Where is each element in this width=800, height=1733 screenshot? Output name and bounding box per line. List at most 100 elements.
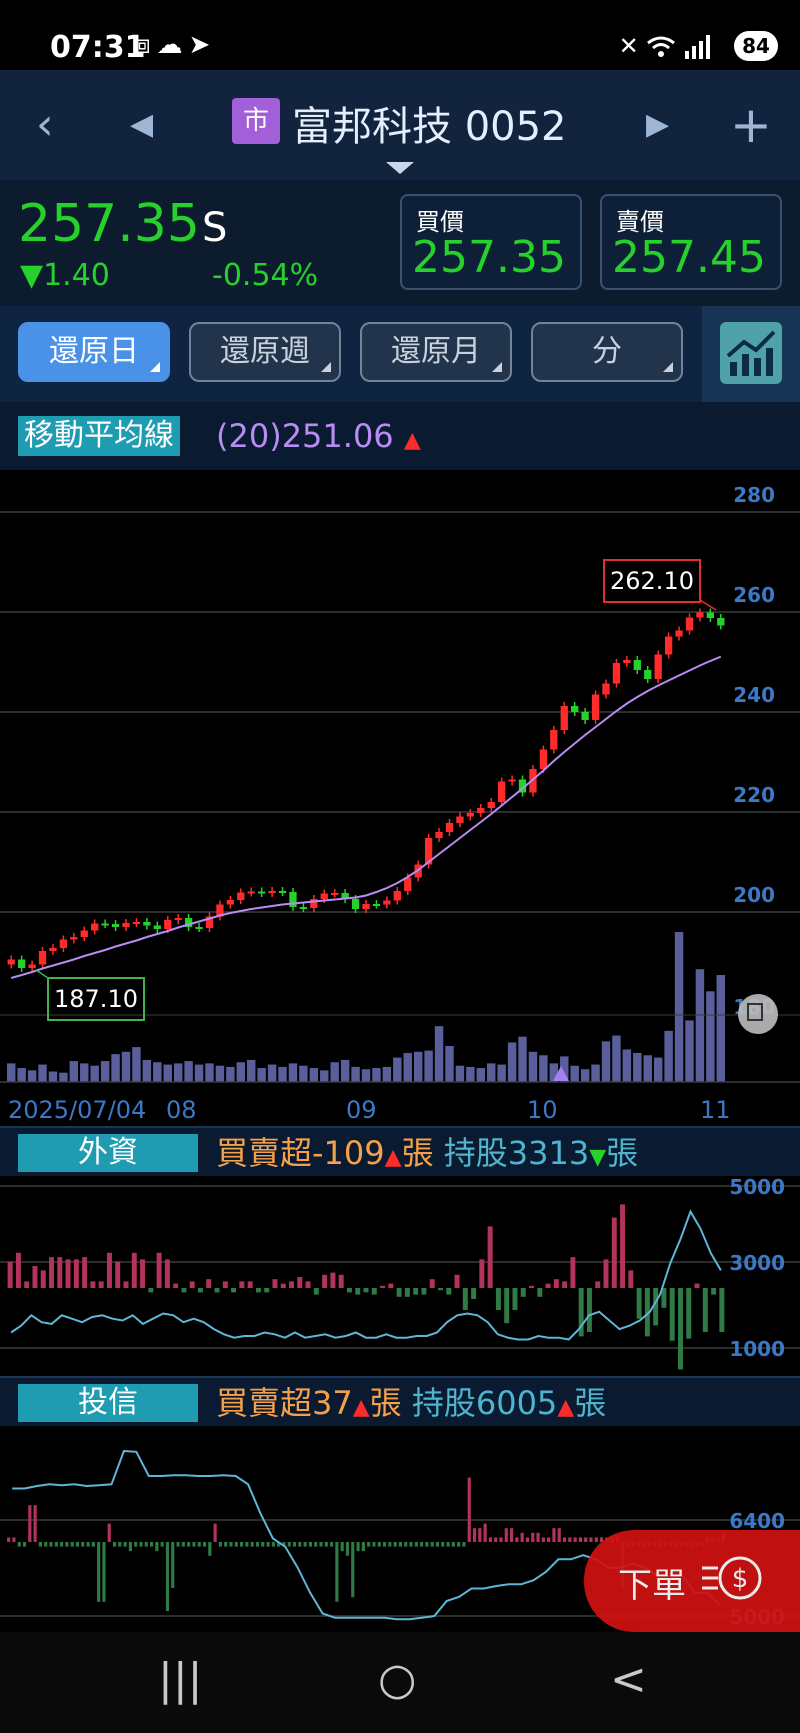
investor-bar	[38, 1542, 42, 1547]
investor-bar	[322, 1274, 328, 1288]
investor-bar	[494, 1537, 498, 1542]
volume-bar	[497, 1064, 506, 1082]
investor-bar	[118, 1542, 122, 1547]
investor-bar	[510, 1528, 514, 1542]
candle-body	[362, 904, 370, 909]
ma-arrow: ▲	[403, 428, 421, 453]
volume-bar	[163, 1064, 172, 1082]
chevron-down-icon[interactable]	[386, 162, 414, 174]
volume-bar	[507, 1042, 517, 1082]
bid-box[interactable]: 買價 257.35	[400, 194, 582, 290]
investor-bar	[214, 1288, 220, 1293]
investor-bar	[139, 1542, 143, 1547]
investor-bar	[280, 1283, 286, 1288]
investor-bar	[140, 1259, 146, 1288]
candle-body	[602, 683, 610, 695]
status-left-icons: ⧈☁➤	[134, 30, 216, 61]
chart-settings-button[interactable]	[702, 306, 800, 402]
period-monthly-button[interactable]: 還原月	[360, 322, 512, 382]
candle-body	[591, 694, 600, 720]
investor-bar	[239, 1281, 245, 1288]
foreign-investor-chart[interactable]: 5000 3000 1000	[0, 1176, 800, 1376]
investor-bar	[107, 1523, 111, 1542]
investor-bar	[573, 1537, 577, 1542]
investor-bar	[425, 1542, 429, 1547]
investor-bar	[438, 1288, 443, 1291]
candlestick-chart[interactable]: 280260240220200180262.10187.102025/07/04…	[0, 470, 800, 1126]
y-tick-label: 220	[733, 783, 775, 807]
period-weekly-button[interactable]: 還原週	[189, 322, 341, 382]
wifi-icon	[647, 36, 676, 57]
period-monthly-label: 還原月	[391, 334, 481, 369]
recent-apps-button[interactable]: |||	[158, 1654, 202, 1705]
investor-bar	[512, 1288, 518, 1310]
investor-bar	[479, 1259, 485, 1288]
system-back-button[interactable]: <	[610, 1654, 647, 1705]
x-tick-label: 11	[700, 1096, 731, 1124]
investor-bar	[289, 1281, 294, 1288]
volume-bar	[111, 1054, 120, 1082]
investor-bar	[367, 1542, 371, 1547]
volume-bar	[340, 1059, 350, 1082]
candle-body	[550, 730, 558, 750]
ask-box[interactable]: 賣價 257.45	[600, 194, 782, 290]
y-tick-label: 240	[733, 683, 775, 707]
price-value: 257.35	[18, 194, 200, 254]
investor-bar	[330, 1272, 336, 1288]
volume-bar	[194, 1064, 204, 1082]
trust-net-label: 買賣超37	[216, 1384, 353, 1422]
investor-bar	[308, 1542, 312, 1547]
candle-body	[278, 891, 287, 893]
foreign-investor-tag[interactable]: 外資	[18, 1134, 198, 1172]
candle-body	[237, 892, 245, 900]
investor-bar	[589, 1537, 593, 1542]
candle-body	[487, 802, 495, 808]
investor-bar	[584, 1537, 588, 1542]
prev-stock-icon[interactable]: ◀	[130, 70, 153, 180]
investor-bar	[206, 1279, 212, 1288]
investor-bar	[60, 1542, 64, 1547]
investor-bar	[49, 1257, 54, 1288]
investor-bar	[287, 1542, 291, 1547]
signal-icon	[685, 35, 710, 59]
add-icon[interactable]: +	[730, 70, 772, 180]
investor-bar	[462, 1288, 468, 1310]
foreign-hold-unit: 張	[606, 1134, 639, 1172]
stock-title[interactable]: 富邦科技 0052	[292, 94, 567, 152]
candle-body	[38, 951, 47, 965]
candle-body	[351, 899, 360, 909]
volume-bar	[653, 1057, 663, 1082]
volume-bar	[69, 1061, 79, 1082]
volume-bar	[466, 1066, 475, 1082]
volume-bar	[601, 1041, 611, 1082]
price-change: ▼1.40	[20, 258, 110, 293]
candle-body	[174, 918, 182, 920]
investor-bar	[409, 1542, 413, 1547]
investor-bar	[345, 1542, 350, 1556]
investment-trust-tag[interactable]: 投信	[18, 1384, 198, 1422]
period-minute-label: 分	[592, 334, 622, 369]
volume-bar	[351, 1066, 360, 1082]
volume-bar	[539, 1055, 548, 1082]
volume-bar	[100, 1061, 110, 1082]
candle-body	[101, 923, 109, 926]
investor-bar	[515, 1537, 519, 1542]
candle-body	[445, 823, 454, 832]
volume-bar	[518, 1036, 527, 1082]
investor-bar	[313, 1288, 319, 1295]
y-tick-label: 3000	[729, 1251, 785, 1275]
candle-body	[28, 964, 36, 968]
period-minute-button[interactable]: 分	[531, 322, 683, 382]
ma-label[interactable]: 移動平均線	[18, 416, 180, 456]
candle-body	[466, 813, 474, 817]
investor-bar	[562, 1281, 568, 1288]
order-button[interactable]: 下單 $	[584, 1530, 800, 1632]
back-icon[interactable]: ‹	[36, 70, 54, 180]
investor-bar	[189, 1281, 195, 1288]
volume-bar	[716, 975, 725, 1082]
next-stock-icon[interactable]: ▶	[646, 70, 669, 180]
investor-bar	[218, 1542, 222, 1547]
investor-bar	[398, 1542, 402, 1547]
home-button[interactable]: ○	[378, 1654, 416, 1705]
period-daily-button[interactable]: 還原日	[18, 322, 170, 382]
